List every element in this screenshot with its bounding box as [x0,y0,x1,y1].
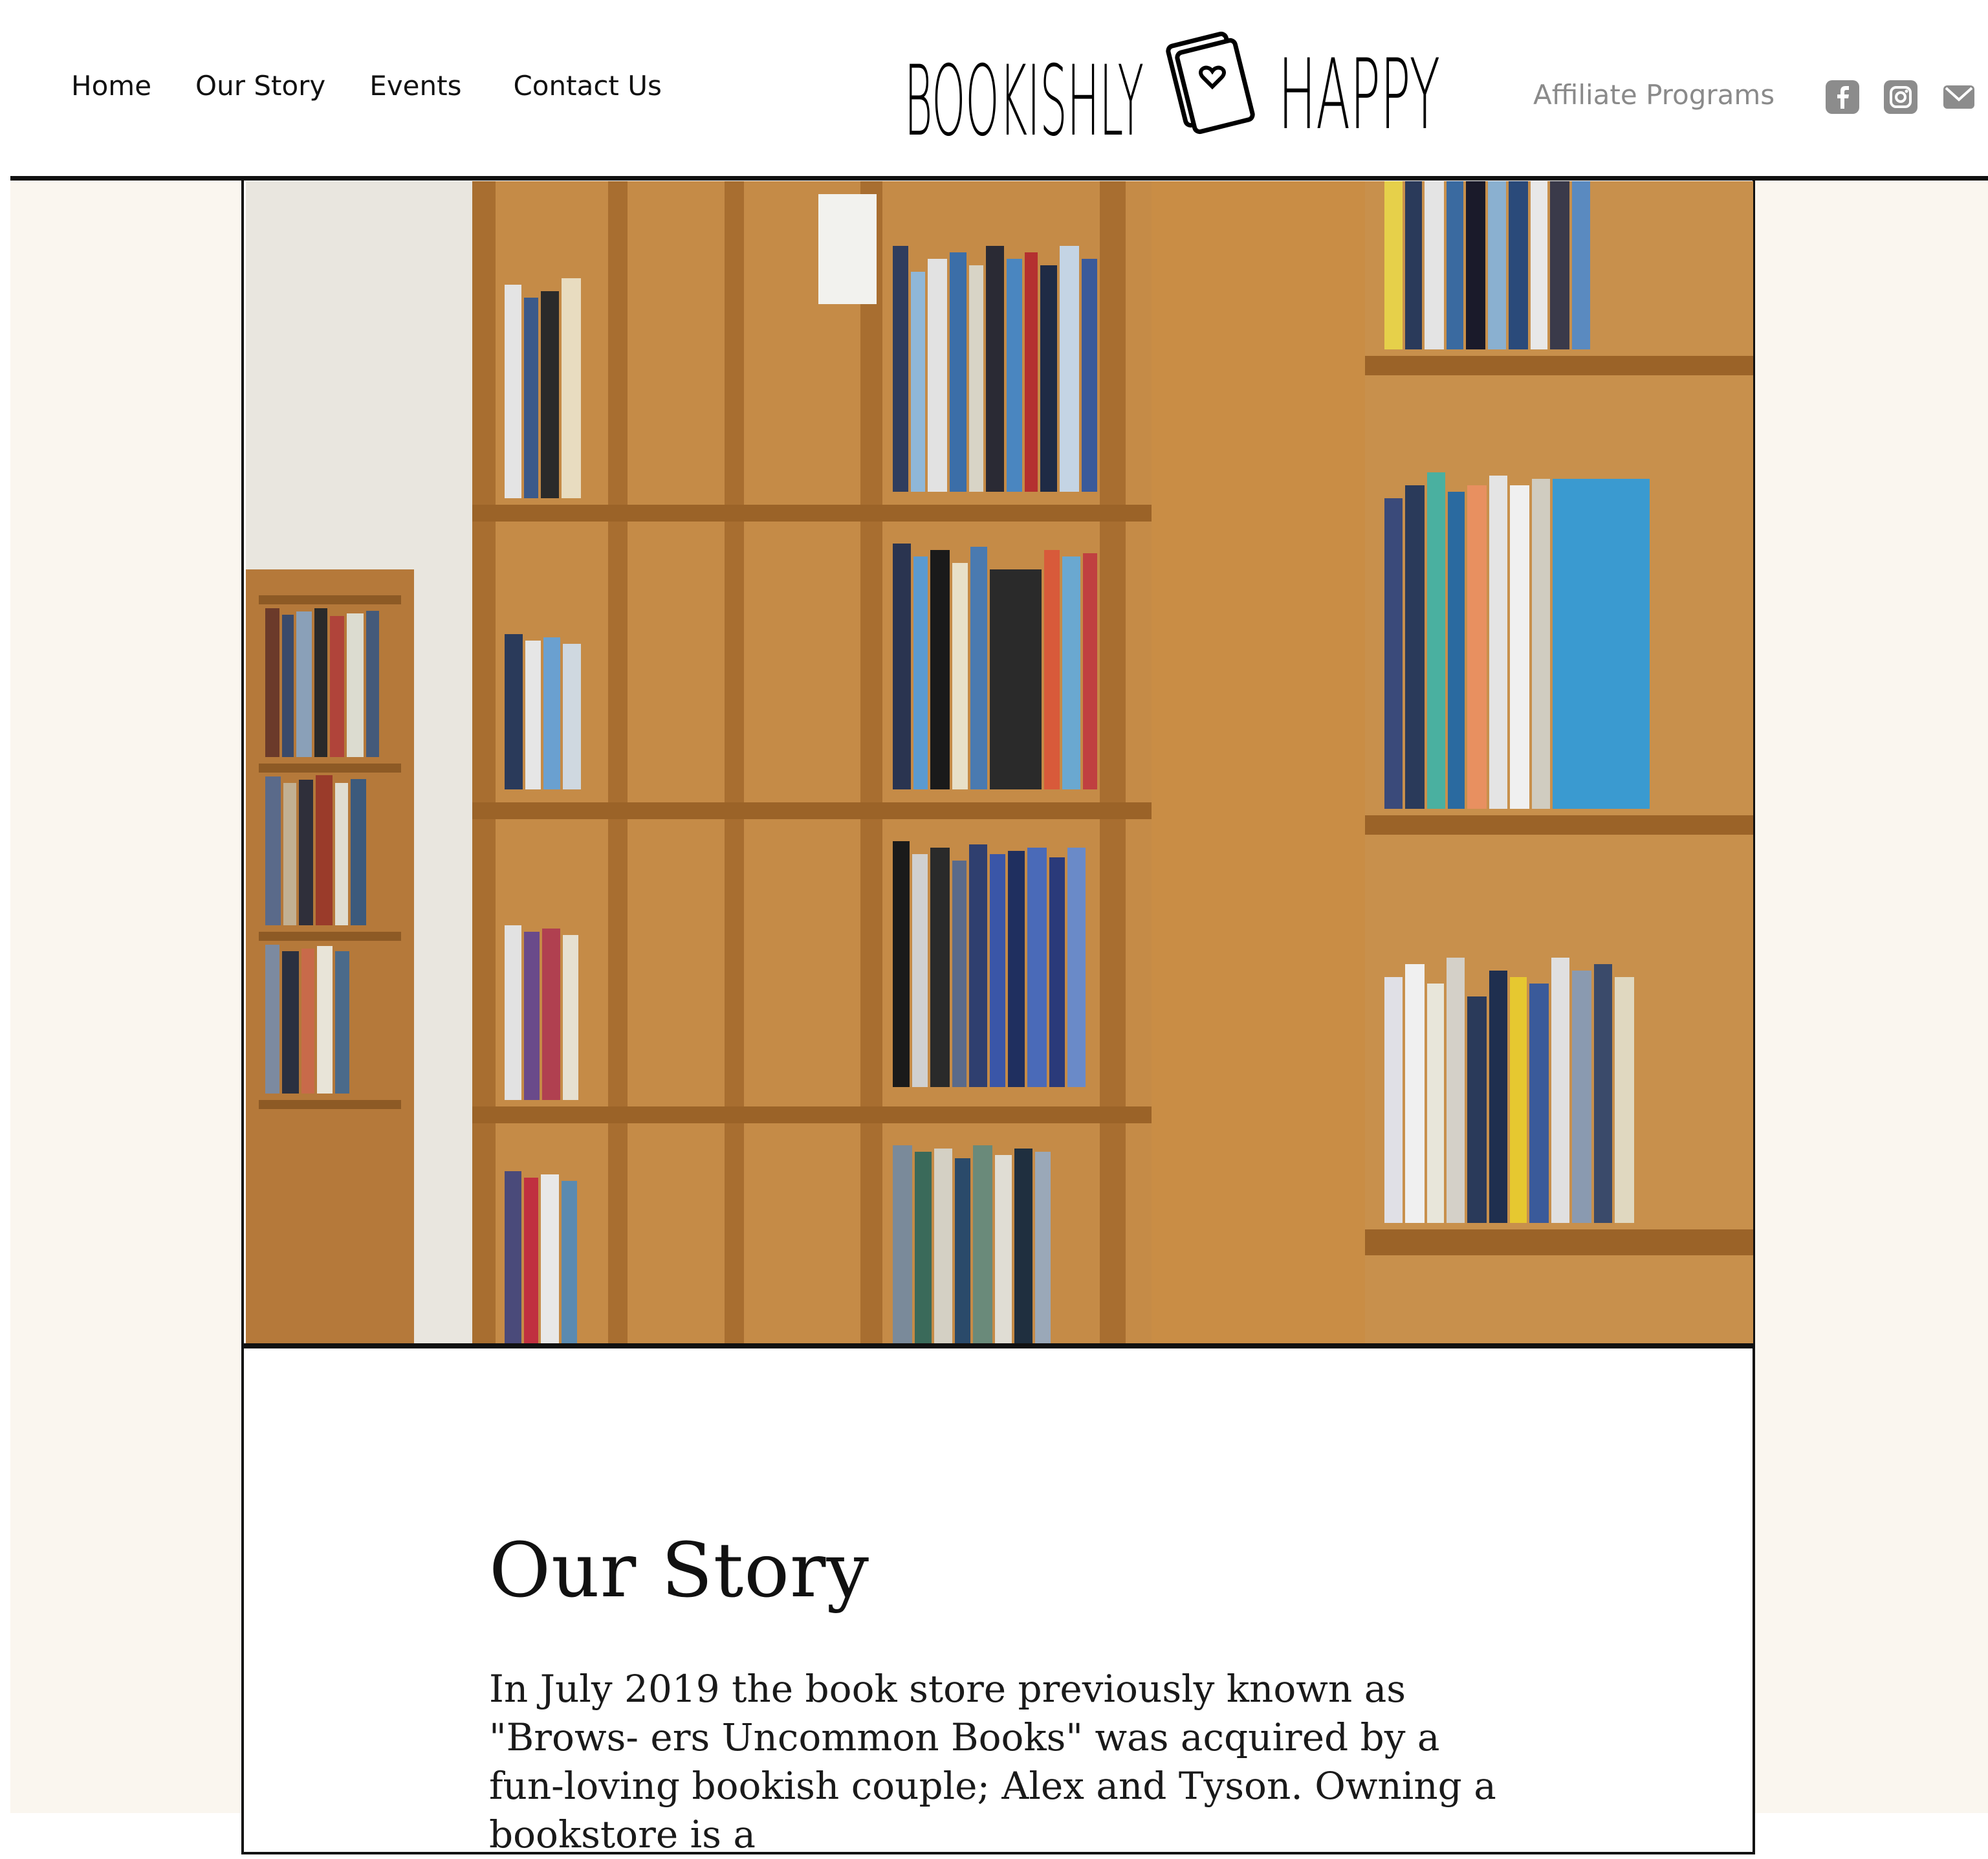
instagram-icon[interactable] [1884,80,1917,114]
logo-text-right: HAPPY [1278,39,1440,151]
nav-item-our-story[interactable]: Our Story [195,70,325,102]
story-paragraph: In July 2019 the book store previously k… [489,1667,1496,1856]
social-links [1826,80,1976,114]
story-section: Our Story In July 2019 the book store pr… [489,1527,1498,1859]
page-title: Our Story [489,1527,870,1614]
main-nav: Home Our Story Events Contact Us [71,70,706,102]
email-icon[interactable] [1942,80,1976,114]
affiliate-programs-link[interactable]: Affiliate Programs [1533,79,1775,111]
logo-text-left: BOOKISHLY [904,45,1144,158]
site-header: Home Our Story Events Contact Us BOOKISH… [0,0,1988,181]
nav-item-events[interactable]: Events [369,70,461,102]
nav-item-contact-us[interactable]: Contact Us [513,70,661,102]
hero-image [246,181,1753,1346]
book-heart-icon [1166,31,1255,135]
hero-divider [243,1343,1753,1348]
site-logo[interactable]: BOOKISHLY HAPPY [904,26,1443,162]
header-divider [10,176,1988,181]
nav-item-home[interactable]: Home [71,70,151,102]
facebook-icon[interactable] [1826,80,1859,114]
